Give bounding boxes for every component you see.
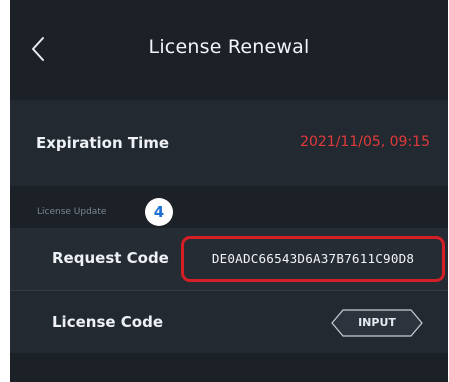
request-code-value: DE0ADC66543D6A37B7611C90D8 [211,251,415,266]
request-code-highlight: DE0ADC66543D6A37B7611C90D8 [181,236,445,282]
license-code-row: License Code INPUT [10,291,448,353]
bottom-area [10,353,448,382]
license-code-input-button[interactable]: INPUT [331,309,423,337]
page-title: License Renewal [148,36,310,58]
header: License Renewal [10,0,448,100]
expiration-value: 2021/11/05, 09:15 [300,134,430,150]
request-code-label: Request Code [52,249,169,267]
expiration-label: Expiration Time [36,134,170,152]
request-code-row: Request Code DE0ADC66543D6A37B7611C90D8 [10,228,448,290]
step-number-badge: 4 [145,198,173,226]
license-renewal-screen: License Renewal Expiration Time 2021/11/… [10,0,448,382]
expiration-row: Expiration Time 2021/11/05, 09:15 [10,100,448,186]
section-label-license-update: License Update [37,207,107,217]
license-code-label: License Code [52,313,163,331]
input-button-label: INPUT [358,316,396,329]
